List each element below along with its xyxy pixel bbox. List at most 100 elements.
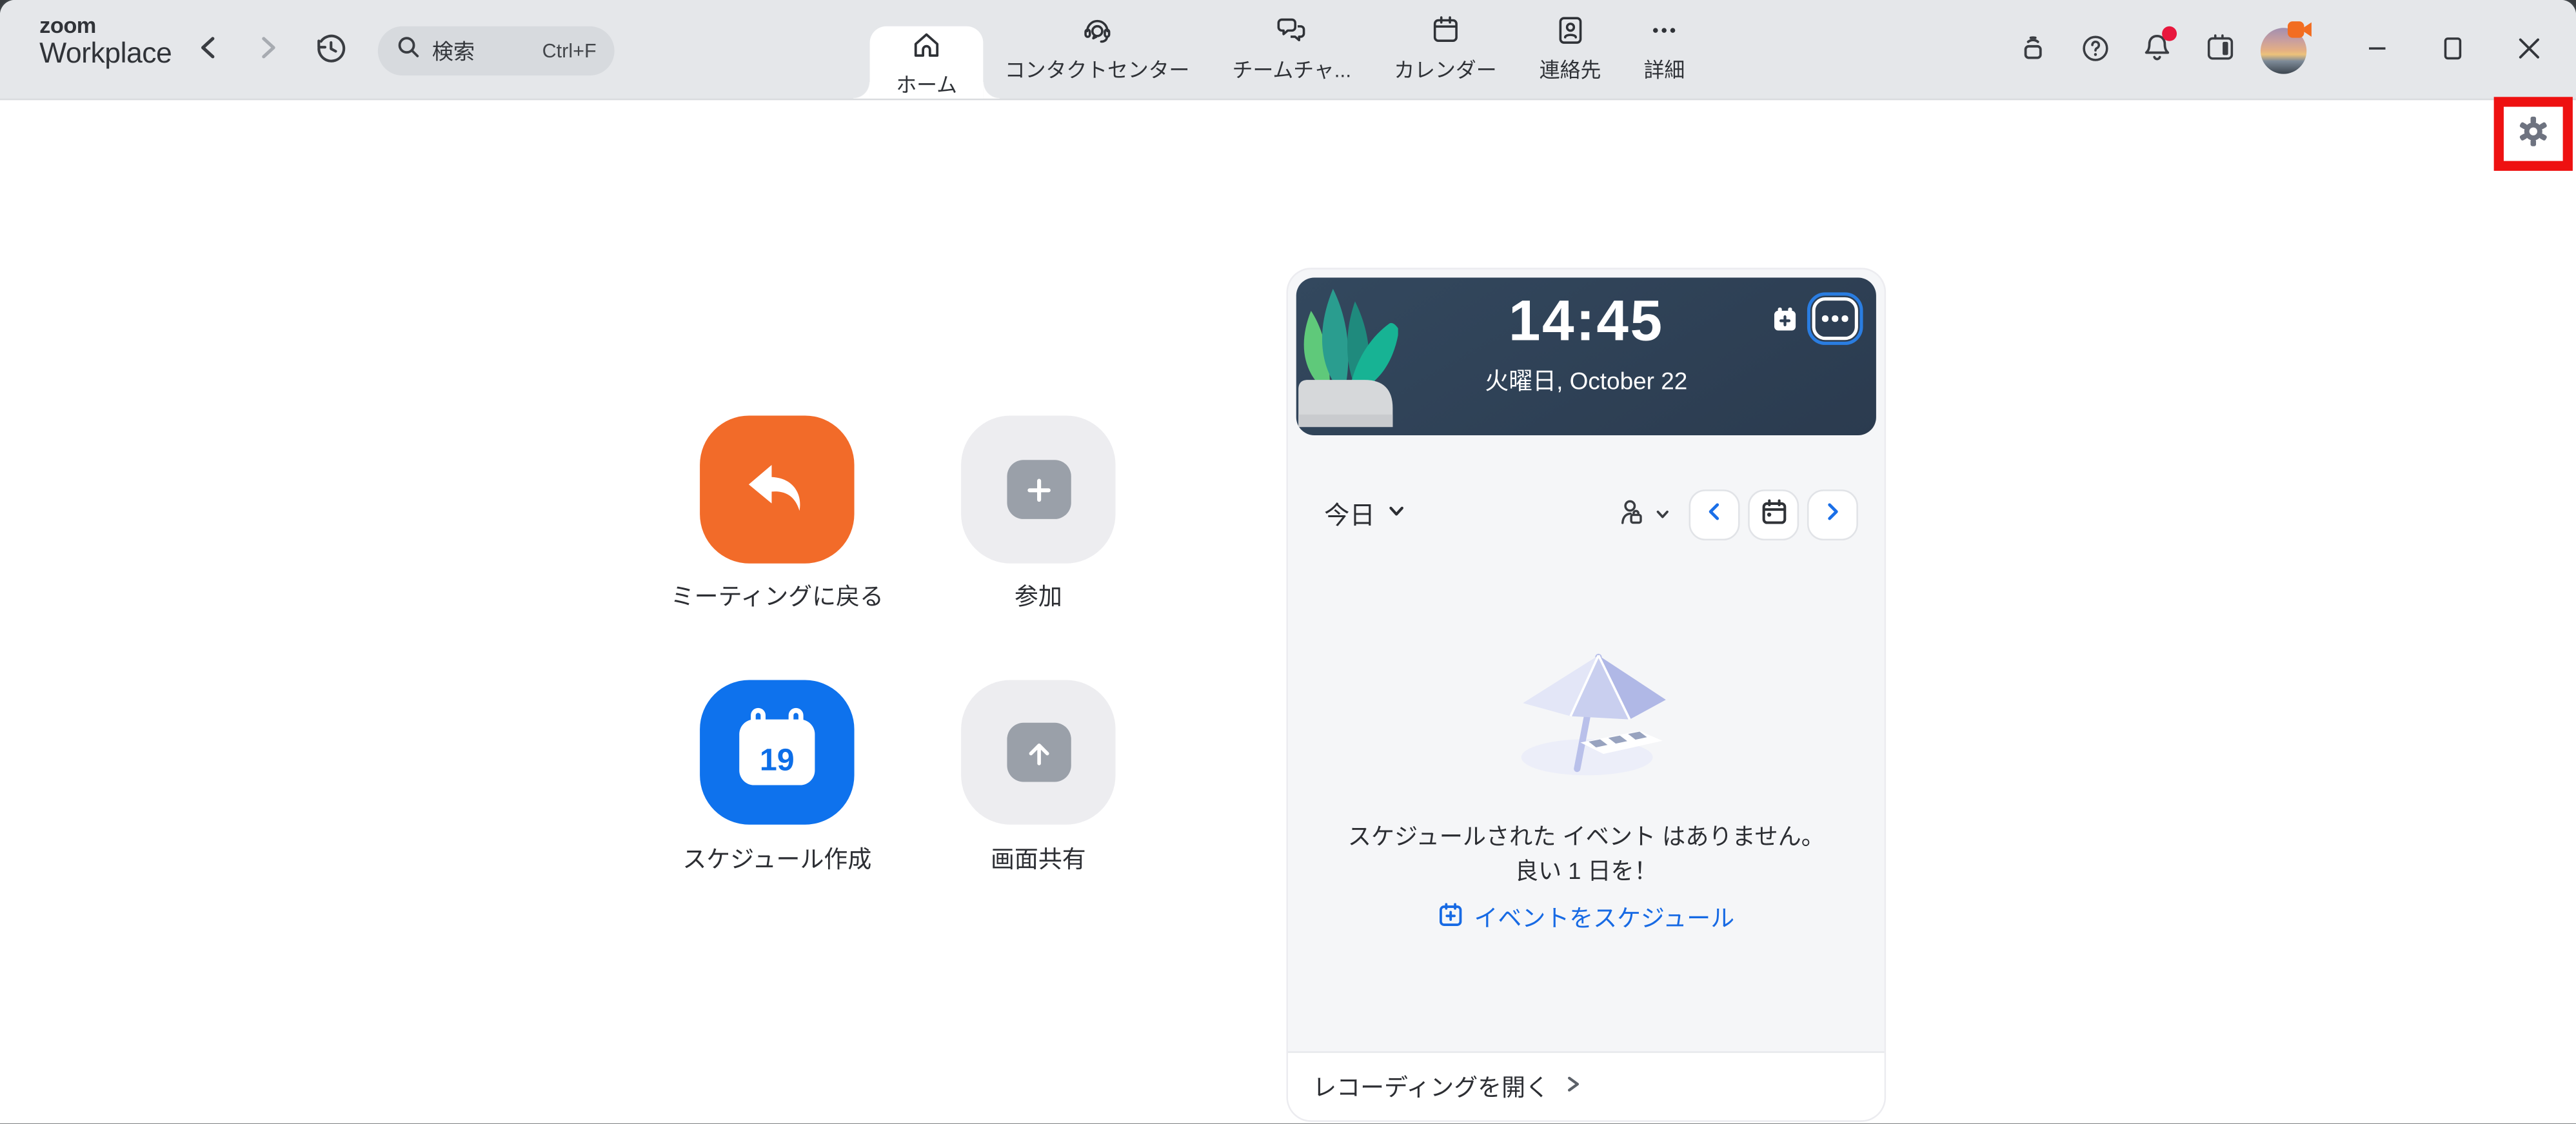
- chevron-down-icon: [1654, 502, 1670, 526]
- close-button[interactable]: [2491, 0, 2566, 100]
- home-icon: [909, 27, 944, 61]
- annotation-highlight-box: [2494, 97, 2573, 171]
- chevron-right-icon: [255, 34, 281, 65]
- quick-action-label: ミーティングに戻る: [637, 578, 916, 613]
- notifications-button[interactable]: [2126, 0, 2188, 100]
- quick-action-label: スケジュール作成: [637, 841, 916, 875]
- schedule-calendar-icon: 19: [739, 720, 815, 785]
- panels-icon: [2203, 30, 2237, 70]
- chevron-left-icon: [1703, 501, 1725, 527]
- tab-label: チームチャ...: [1233, 53, 1351, 84]
- clock-widget: 14:45 火曜日, October 22: [1296, 277, 1876, 435]
- chevron-right-icon: [1822, 501, 1843, 527]
- add-to-calendar-button[interactable]: [1771, 306, 1799, 339]
- logo-zoom: zoom: [39, 15, 172, 38]
- team-chat-icon: [1274, 13, 1309, 47]
- tab-label: 連絡先: [1540, 53, 1601, 84]
- maximize-button[interactable]: [2415, 0, 2490, 100]
- minimize-icon: [2366, 36, 2389, 64]
- tab-label: 詳細: [1644, 53, 1685, 84]
- clock-more-button[interactable]: [1812, 297, 1858, 340]
- open-recordings-link[interactable]: レコーディングを開く: [1288, 1051, 1885, 1120]
- connect-device-button[interactable]: [2001, 0, 2063, 100]
- gear-icon: [2517, 115, 2550, 153]
- schedule-event-link[interactable]: イベントをスケジュール: [1288, 900, 1885, 934]
- plus-icon: [1006, 460, 1070, 519]
- agenda-toolbar: 今日: [1324, 488, 1858, 541]
- search-shortcut: Ctrl+F: [542, 39, 597, 63]
- zoom-workplace-logo: zoom Workplace: [39, 15, 172, 68]
- schedule-meeting-button[interactable]: 19: [700, 680, 854, 825]
- mini-calendar-button[interactable]: [1748, 489, 1799, 540]
- tab-label: カレンダー: [1394, 53, 1496, 84]
- clock-date: 火曜日, October 22: [1296, 363, 1876, 397]
- calendar-add-icon: [1771, 306, 1799, 339]
- search-icon: [396, 34, 421, 67]
- titlebar-right: [2001, 0, 2566, 100]
- empty-line1: スケジュールされた イベント はありません。: [1288, 822, 1885, 855]
- app-window: zoom Workplace Ctrl+F ホーム コンタクトセンター: [0, 0, 2576, 1124]
- calendar-day-number: 19: [760, 745, 795, 785]
- settings-button[interactable]: [2517, 115, 2550, 153]
- history-button[interactable]: [302, 0, 359, 100]
- contacts-icon: [1553, 13, 1587, 47]
- next-day-button[interactable]: [1807, 489, 1858, 540]
- beach-umbrella-illustration: [1478, 634, 1694, 790]
- open-recordings-label: レコーディングを開く: [1313, 1069, 1549, 1103]
- main-tabs: ホーム コンタクトセンター チームチャ... カレンダー 連絡先 詳細: [870, 0, 1707, 99]
- tab-more[interactable]: 詳細: [1622, 0, 1706, 99]
- video-camera-badge-icon: [2287, 20, 2313, 44]
- titlebar: zoom Workplace Ctrl+F ホーム コンタクトセンター: [0, 0, 2576, 100]
- empty-line2: 良い 1 日を！: [1288, 855, 1885, 889]
- history-clock-icon: [313, 30, 347, 70]
- tab-label: コンタクトセンター: [1005, 53, 1190, 84]
- range-label: 今日: [1324, 496, 1375, 532]
- date-range-dropdown[interactable]: 今日: [1324, 496, 1406, 532]
- nav-forward-button[interactable]: [243, 0, 292, 100]
- schedule-event-label: イベントをスケジュール: [1474, 900, 1734, 934]
- attendee-filter-dropdown[interactable]: [1616, 495, 1670, 533]
- return-to-meeting-button[interactable]: [700, 415, 854, 563]
- chevron-right-icon: [1564, 1072, 1582, 1101]
- minimize-button[interactable]: [2339, 0, 2415, 100]
- join-meeting-button[interactable]: [961, 415, 1115, 563]
- agenda-toolbar-right: [1616, 489, 1858, 540]
- close-icon: [2516, 35, 2541, 65]
- logo-workplace: Workplace: [39, 38, 172, 68]
- profile-avatar[interactable]: [2251, 0, 2317, 100]
- return-arrow-icon: [739, 449, 815, 530]
- home-content: ミーティングに戻る 参加 19 スケジュール作成 画面共有 14:45 火曜日,…: [0, 100, 2576, 1123]
- nav-back-button[interactable]: [184, 0, 233, 100]
- tab-label: ホーム: [896, 66, 957, 97]
- tab-home[interactable]: ホーム: [870, 26, 984, 99]
- chevron-down-icon: [1387, 499, 1407, 529]
- share-up-arrow-icon: [1006, 723, 1070, 782]
- maximize-icon: [2441, 35, 2464, 65]
- tab-contact-center[interactable]: コンタクトセンター: [984, 0, 1211, 99]
- tab-team-chat[interactable]: チームチャ...: [1211, 0, 1373, 99]
- chevron-left-icon: [195, 34, 222, 65]
- quick-action-label: 画面共有: [898, 841, 1178, 875]
- panels-button[interactable]: [2188, 0, 2251, 100]
- mini-calendar-icon: [1759, 497, 1788, 531]
- zoom-workplace-window: zoom Workplace Ctrl+F ホーム コンタクトセンター: [0, 0, 2576, 1124]
- search-input[interactable]: [432, 39, 537, 63]
- notification-dot: [2162, 26, 2177, 41]
- help-button[interactable]: [2063, 0, 2126, 100]
- more-icon: [1647, 13, 1681, 47]
- connect-device-icon: [2015, 30, 2049, 70]
- help-icon: [2077, 30, 2112, 70]
- contact-center-icon: [1080, 13, 1114, 47]
- window-controls: [2339, 0, 2566, 100]
- previous-day-button[interactable]: [1689, 489, 1740, 540]
- quick-action-label: 参加: [898, 578, 1178, 613]
- share-screen-button[interactable]: [961, 680, 1115, 825]
- agenda-panel: 14:45 火曜日, October 22 今日: [1288, 270, 1885, 1120]
- empty-state-text: スケジュールされた イベント はありません。 良い 1 日を！: [1288, 822, 1885, 889]
- search-box[interactable]: Ctrl+F: [378, 26, 615, 75]
- calendar-icon: [1428, 13, 1462, 47]
- tab-contacts[interactable]: 連絡先: [1518, 0, 1623, 99]
- tab-calendar[interactable]: カレンダー: [1372, 0, 1518, 99]
- calendar-plus-icon: [1438, 901, 1464, 934]
- attendee-filter-icon: [1616, 495, 1649, 533]
